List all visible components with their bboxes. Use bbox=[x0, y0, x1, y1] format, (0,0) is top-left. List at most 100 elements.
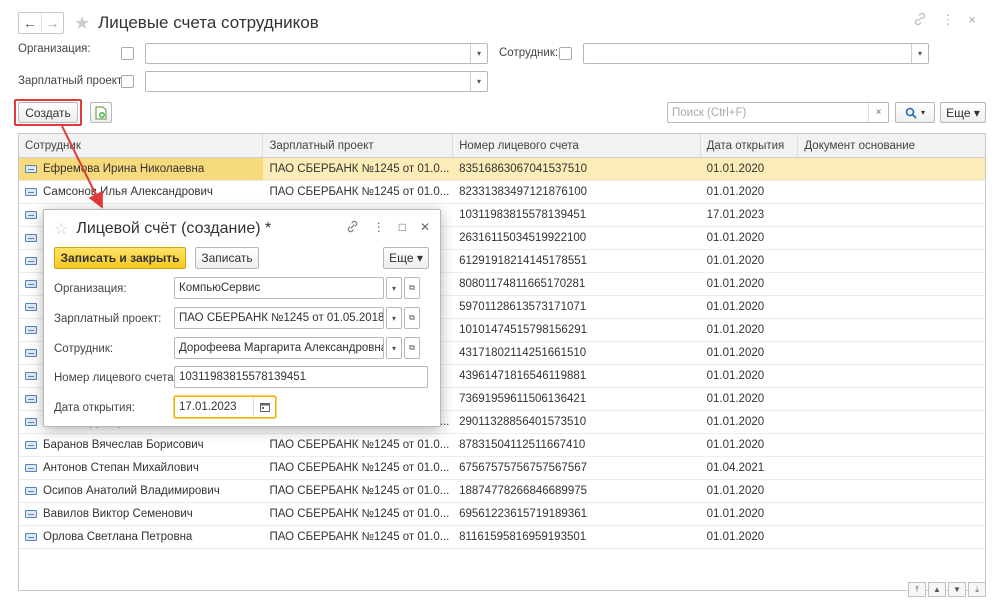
scroll-down-button[interactable]: ▼ bbox=[948, 582, 966, 597]
record-icon bbox=[25, 326, 37, 334]
calendar-icon[interactable] bbox=[253, 397, 275, 417]
table-cell-account: 67567575756757567567 bbox=[453, 457, 700, 479]
table-row[interactable]: Осипов Анатолий Владимирович ПАО СБЕРБАНК… bbox=[19, 480, 985, 503]
dialog-organization-field[interactable]: КомпьюСервис bbox=[174, 277, 384, 299]
chevron-down-icon: ▾ bbox=[920, 108, 925, 117]
column-header-date[interactable]: Дата открытия bbox=[701, 134, 799, 157]
cell-text: 17.01.2023 bbox=[706, 209, 765, 221]
search-input[interactable]: Поиск (Ctrl+F) × bbox=[667, 102, 889, 123]
table-cell-doc bbox=[798, 526, 985, 548]
employee-filter-field[interactable]: ▾ bbox=[583, 43, 929, 64]
table-cell-account: 43961471816546119881 bbox=[453, 365, 700, 387]
main-window: ← → ★ Лицевые счета сотрудников ⋮ × Орга… bbox=[0, 0, 996, 606]
record-icon bbox=[25, 533, 37, 541]
table-cell-doc bbox=[798, 457, 985, 479]
chevron-down-icon[interactable]: ▾ bbox=[911, 44, 928, 63]
chevron-down-icon[interactable]: ▾ bbox=[386, 307, 402, 329]
clear-icon[interactable]: × bbox=[868, 103, 888, 122]
dialog-project-field[interactable]: ПАО СБЕРБАНК №1245 от 01.05.2018 г. bbox=[174, 307, 384, 329]
menu-icon[interactable]: ⋮ bbox=[373, 220, 385, 236]
create-button[interactable]: Создать bbox=[18, 102, 78, 123]
table-cell-doc bbox=[798, 342, 985, 364]
table-cell-account: 10101474515798156291 bbox=[453, 319, 700, 341]
table-cell-date: 01.01.2020 bbox=[701, 503, 799, 525]
table-cell-account: 69561223615719189361 bbox=[453, 503, 700, 525]
table-cell-project: ПАО СБЕРБАНК №1245 от 01.0... bbox=[263, 480, 453, 502]
organization-filter-checkbox[interactable] bbox=[121, 47, 134, 60]
dialog-project-label: Зарплатный проект: bbox=[54, 313, 162, 325]
table-cell-project: ПАО СБЕРБАНК №1245 от 01.0... bbox=[263, 526, 453, 548]
dialog-account-field[interactable]: 10311983815578139451 bbox=[174, 366, 428, 388]
favorite-star-icon[interactable]: ☆ bbox=[54, 219, 68, 239]
chevron-down-icon[interactable]: ▾ bbox=[386, 337, 402, 359]
close-icon[interactable]: ✕ bbox=[420, 220, 430, 236]
save-and-close-button[interactable]: Записать и закрыть bbox=[54, 247, 186, 269]
more-button[interactable]: Еще ▾ bbox=[940, 102, 986, 123]
cell-text: Ефремова Ирина Николаевна bbox=[43, 163, 205, 175]
cell-text: Самсонов Илья Александрович bbox=[43, 186, 213, 198]
table-cell-account: 82331383497121876100 bbox=[453, 181, 700, 203]
cell-text: 01.01.2020 bbox=[706, 301, 765, 313]
organization-filter-field[interactable]: ▾ bbox=[145, 43, 488, 64]
employee-filter-checkbox[interactable] bbox=[559, 47, 572, 60]
payroll-project-filter-label: Зарплатный проект: bbox=[18, 75, 126, 87]
record-icon bbox=[25, 418, 37, 426]
cell-text: ПАО СБЕРБАНК №1245 от 01.0... bbox=[269, 439, 450, 451]
table-cell-account: 81161595816959193501 bbox=[453, 526, 700, 548]
column-header-document[interactable]: Документ основание bbox=[798, 134, 985, 157]
favorite-star-icon[interactable]: ★ bbox=[74, 13, 90, 34]
chevron-down-icon[interactable]: ▾ bbox=[470, 44, 487, 63]
table-row[interactable]: Самсонов Илья Александрович ПАО СБЕРБАНК … bbox=[19, 181, 985, 204]
payroll-project-filter-field[interactable]: ▾ bbox=[145, 71, 488, 92]
cell-text: Вавилов Виктор Семенович bbox=[43, 508, 193, 520]
chevron-down-icon[interactable]: ▾ bbox=[386, 277, 402, 299]
cell-text: 01.01.2020 bbox=[706, 278, 765, 290]
table-row[interactable]: Баранов Вячеслав Борисович ПАО СБЕРБАНК №… bbox=[19, 434, 985, 457]
link-icon[interactable] bbox=[913, 12, 927, 29]
table-cell-account: 18874778266846689975 bbox=[453, 480, 700, 502]
cell-text: 01.01.2020 bbox=[706, 255, 765, 267]
chevron-down-icon[interactable]: ▾ bbox=[470, 72, 487, 91]
dialog-title-bar: ☆ Лицевой счёт (создание) * bbox=[54, 219, 271, 239]
dialog-date-field[interactable]: 17.01.2023 bbox=[174, 396, 276, 418]
cell-text: 01.01.2020 bbox=[706, 416, 765, 428]
column-header-employee[interactable]: Сотрудник bbox=[19, 134, 264, 157]
open-icon[interactable]: ⧉ bbox=[404, 277, 420, 299]
table-row[interactable]: Антонов Степан Михайлович ПАО СБЕРБАНК №1… bbox=[19, 457, 985, 480]
menu-icon[interactable]: ⋮ bbox=[941, 12, 954, 29]
link-icon[interactable] bbox=[346, 220, 359, 236]
open-icon[interactable]: ⧉ bbox=[404, 307, 420, 329]
maximize-icon[interactable]: □ bbox=[399, 220, 406, 236]
cell-text: Антонов Степан Михайлович bbox=[43, 462, 199, 474]
back-button[interactable]: ← bbox=[19, 13, 41, 33]
table-row[interactable]: Вавилов Виктор Семенович ПАО СБЕРБАНК №12… bbox=[19, 503, 985, 526]
close-icon[interactable]: × bbox=[968, 12, 976, 29]
dialog-employee-label: Сотрудник: bbox=[54, 343, 114, 355]
payroll-project-filter-checkbox[interactable] bbox=[121, 75, 134, 88]
table-cell-project: ПАО СБЕРБАНК №1245 от 01.0... bbox=[263, 457, 453, 479]
column-header-account[interactable]: Номер лицевого счета bbox=[453, 134, 701, 157]
cell-text: 43961471816546119881 bbox=[459, 370, 587, 382]
open-icon[interactable]: ⧉ bbox=[404, 337, 420, 359]
cell-text: ПАО СБЕРБАНК №1245 от 01.0... bbox=[269, 462, 450, 474]
dialog-employee-field[interactable]: Дорофеева Маргарита Александровна bbox=[174, 337, 384, 359]
table-cell-doc bbox=[798, 503, 985, 525]
forward-button[interactable]: → bbox=[41, 13, 63, 33]
table-cell-doc bbox=[798, 250, 985, 272]
table-row[interactable]: Ефремова Ирина Николаевна ПАО СБЕРБАНК №1… bbox=[19, 158, 985, 181]
filter-row-organization: Организация: bbox=[18, 43, 91, 55]
add-document-button[interactable] bbox=[90, 102, 112, 123]
scroll-up-button[interactable]: ▲ bbox=[928, 582, 946, 597]
save-button[interactable]: Записать bbox=[195, 247, 259, 269]
cell-text: ПАО СБЕРБАНК №1245 от 01.0... bbox=[269, 485, 450, 497]
table-row[interactable]: Орлова Светлана Петровна ПАО СБЕРБАНК №12… bbox=[19, 526, 985, 549]
dialog-more-button[interactable]: Еще ▾ bbox=[383, 247, 429, 269]
search-button[interactable]: ▾ bbox=[895, 102, 935, 123]
scroll-bottom-button[interactable]: ⤓ bbox=[968, 582, 986, 597]
column-header-project[interactable]: Зарплатный проект bbox=[263, 134, 454, 157]
cell-text: 01.01.2020 bbox=[706, 232, 765, 244]
scroll-top-button[interactable]: ⤒ bbox=[908, 582, 926, 597]
table-cell-account: 87831504112511667410 bbox=[453, 434, 700, 456]
dialog-account-label: Номер лицевого счета: bbox=[54, 372, 177, 384]
table-cell-doc bbox=[798, 319, 985, 341]
